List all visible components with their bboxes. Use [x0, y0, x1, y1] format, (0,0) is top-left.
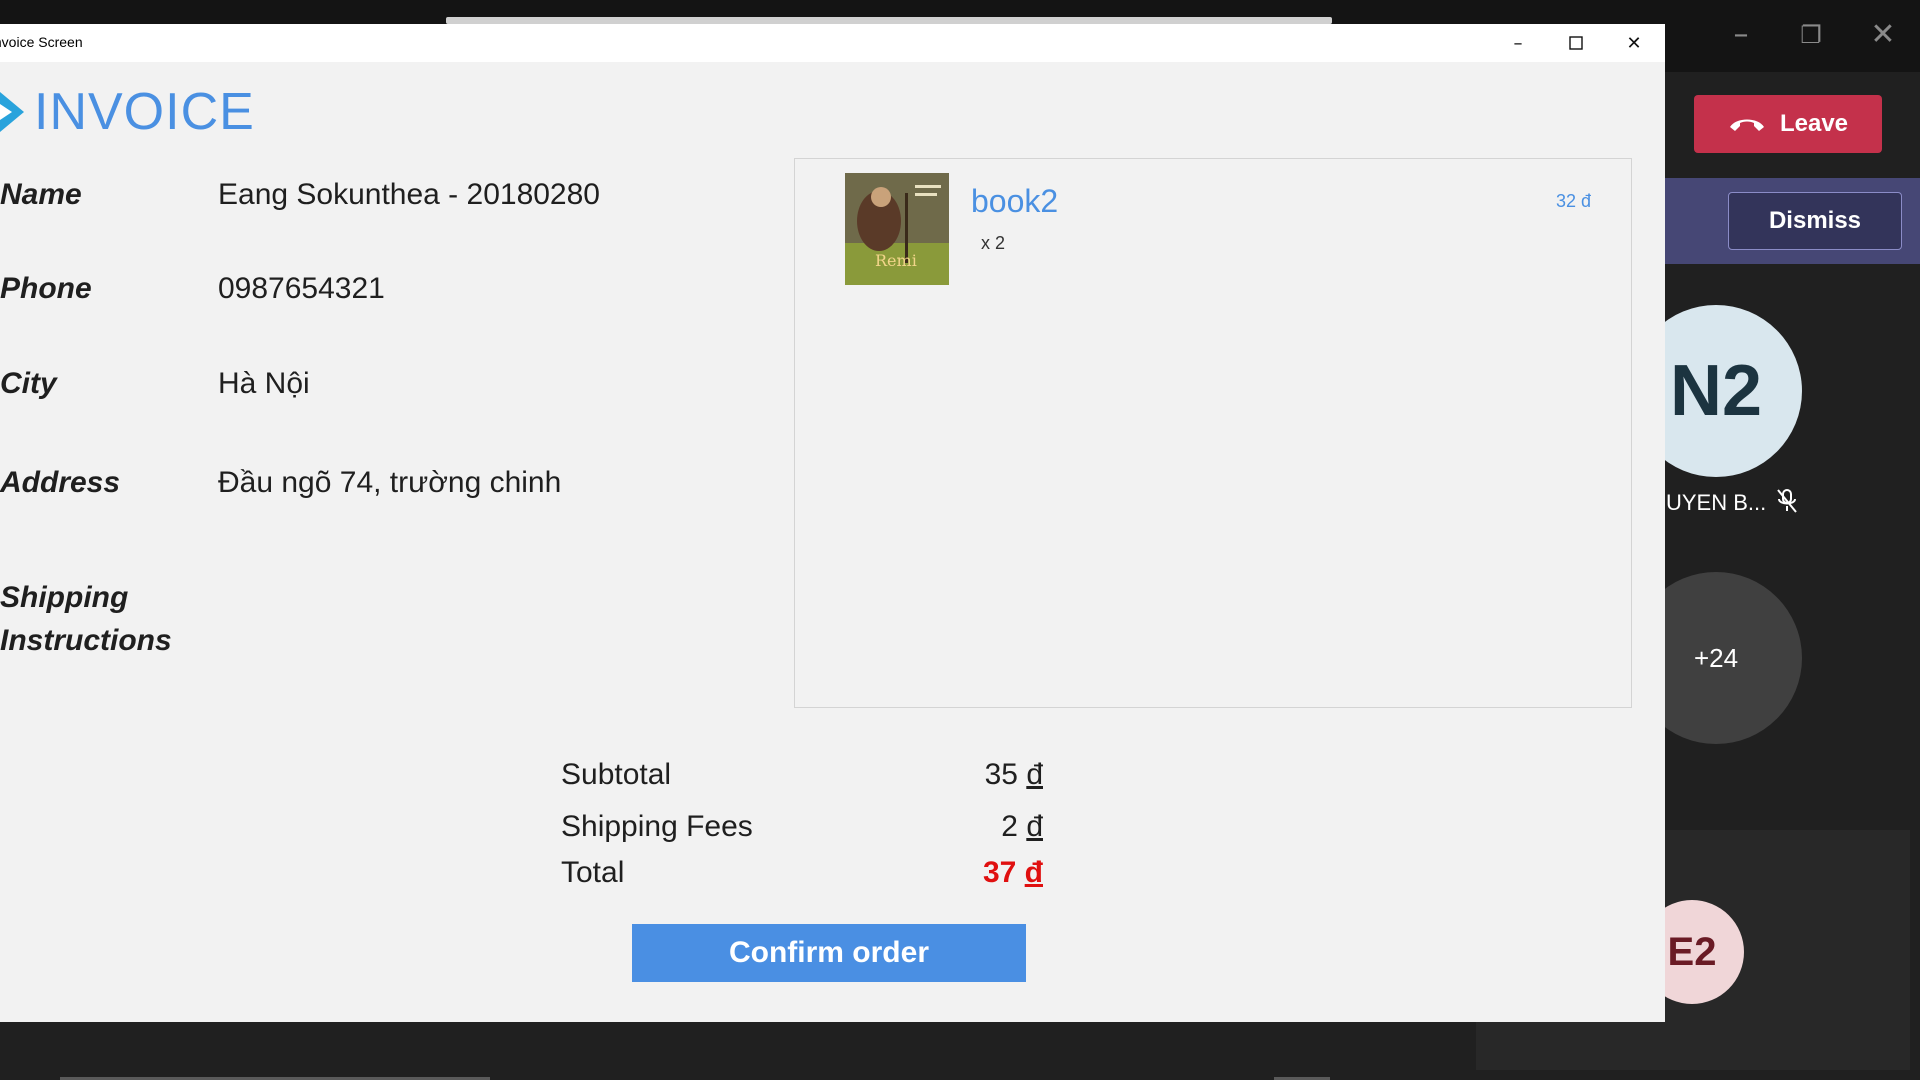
close-icon[interactable]: ✕ [1605, 24, 1663, 62]
logo-icon [0, 92, 24, 132]
cart-items-panel[interactable]: Remi book2 x 2 32 đ [794, 158, 1632, 708]
minimize-icon[interactable]: – [1489, 24, 1547, 62]
currency-symbol: đ [1026, 758, 1043, 791]
shipping-fees-label: Shipping Fees [561, 810, 753, 843]
meeting-restore-icon[interactable]: ❐ [1794, 18, 1828, 52]
shipping-instructions-label: Shipping [0, 581, 129, 614]
maximize-icon[interactable] [1547, 24, 1605, 62]
meeting-minimize-icon[interactable]: – [1724, 18, 1758, 52]
leave-label: Leave [1779, 110, 1849, 137]
currency-symbol: đ [1024, 856, 1043, 889]
window-title: Invoice Screen [0, 34, 83, 50]
name-value[interactable]: Eang Sokunthea - 20180280 [218, 178, 600, 212]
subtotal-label: Subtotal [561, 758, 672, 791]
address-value[interactable]: Đầu ngõ 74, trường chinh [218, 466, 561, 500]
subtotal-amount: 35 [984, 758, 1018, 791]
dismiss-label: Dismiss [1768, 207, 1862, 234]
mic-off-icon [1777, 489, 1797, 513]
participant-name: UYEN B... [1666, 490, 1767, 515]
horizontal-scrollbar[interactable] [446, 17, 1332, 24]
phone-value[interactable]: 0987654321 [218, 272, 385, 306]
phone-hangup-icon [1729, 119, 1764, 131]
invoice-window: Invoice Screen – ✕ INVOICE Name Eang Sok… [0, 24, 1665, 1022]
participant-initials-e2: E2 [1667, 929, 1717, 974]
city-label: City [0, 367, 57, 400]
currency-symbol: đ [1026, 810, 1043, 843]
dismiss-button[interactable]: Dismiss [1728, 192, 1902, 250]
total-value: 37 đ [983, 856, 1043, 890]
shipping-instructions-label-line2: Instructions [0, 624, 172, 657]
shipping-fees-amount: 2 [1001, 810, 1018, 843]
page-title: INVOICE [34, 83, 255, 141]
book-title: book2 [971, 183, 1059, 219]
book-price: 32 đ [1555, 191, 1591, 211]
name-label: Name [0, 178, 82, 211]
phone-label: Phone [0, 272, 92, 305]
confirm-order-button[interactable]: Confirm order [632, 924, 1026, 982]
book-cover-image: Remi [845, 173, 949, 285]
address-label: Address [0, 466, 121, 499]
total-amount: 37 [982, 856, 1017, 889]
invoice-logo: INVOICE [0, 82, 255, 142]
book-cover-title: Remi [875, 251, 917, 270]
subtotal-value: 35 đ [985, 758, 1043, 792]
participant-initials: N2 [1669, 351, 1763, 431]
more-participants-count: +24 [1693, 642, 1739, 673]
leave-button[interactable]: Leave [1694, 95, 1882, 153]
meeting-close-icon[interactable]: ✕ [1866, 18, 1900, 52]
city-value[interactable]: Hà Nội [218, 367, 310, 401]
window-titlebar: Invoice Screen – ✕ [0, 24, 1665, 62]
total-label: Total [561, 856, 625, 889]
shipping-fees-value: 2 đ [1001, 810, 1043, 844]
book-quantity: x 2 [981, 233, 1006, 253]
